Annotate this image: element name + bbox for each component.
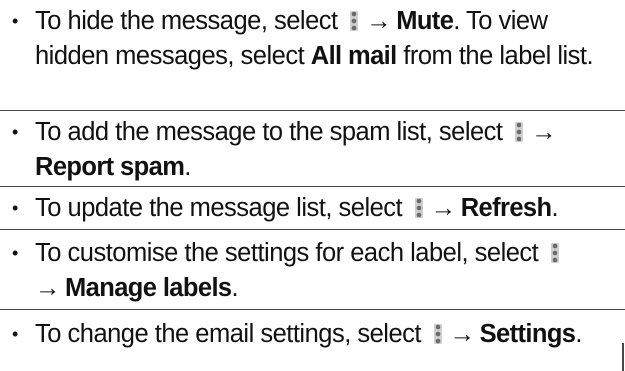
arrow-icon: → — [366, 7, 392, 35]
text-segment: To update the message list, select — [35, 194, 409, 222]
page-edge-line — [622, 343, 624, 371]
menu-icon — [550, 243, 559, 263]
menu-option-label: Mute — [396, 7, 454, 35]
list-item: • To add the message to the spam list, s… — [0, 111, 625, 187]
item-text: To customise the settings for each label… — [35, 239, 567, 302]
instruction-list: • To hide the message, select → Mute. To … — [0, 0, 625, 371]
bullet-icon: • — [12, 243, 18, 263]
text-segment: . — [551, 194, 559, 222]
arrow-icon: → — [449, 320, 476, 348]
menu-option-label: Report spam — [35, 153, 185, 181]
text-segment: To hide the message, select — [35, 7, 345, 35]
menu-option-label: Manage labels — [65, 274, 232, 302]
list-item: • To hide the message, select → Mute. To … — [0, 0, 625, 111]
manual-page: • To hide the message, select → Mute. To … — [0, 0, 625, 371]
menu-option-label: Settings — [479, 320, 576, 348]
arrow-icon: → — [531, 118, 557, 146]
text-segment: from the label list. — [396, 42, 594, 70]
bullet-icon: • — [12, 198, 18, 218]
item-text: To hide the message, select → Mute. To vi… — [35, 7, 594, 70]
text-segment: . — [184, 153, 191, 181]
bullet-icon: • — [12, 122, 18, 142]
item-text: To add the message to the spam list, sel… — [35, 118, 561, 181]
list-item: • To customise the settings for each lab… — [0, 230, 625, 310]
text-segment: . — [575, 320, 582, 348]
menu-icon — [414, 198, 423, 218]
text-segment: To customise the settings for each label… — [35, 239, 545, 267]
arrow-icon: → — [430, 194, 457, 222]
menu-icon — [350, 11, 359, 31]
menu-option-label: All mail — [310, 42, 398, 70]
menu-option-label: Refresh — [460, 194, 552, 222]
bullet-icon: • — [12, 324, 18, 344]
item-text: To change the email settings, select → Se… — [35, 320, 582, 348]
text-segment: To change the email settings, select — [35, 320, 428, 348]
text-segment: To add the message to the spam list, sel… — [35, 118, 510, 146]
list-item: • To change the email settings, select →… — [0, 310, 625, 371]
text-segment: . — [231, 274, 239, 302]
list-item: • To update the message list, select → Re… — [0, 187, 625, 230]
menu-icon — [433, 324, 442, 344]
item-text: To update the message list, select → Refr… — [35, 194, 559, 222]
arrow-icon: → — [35, 274, 61, 302]
menu-icon — [515, 122, 524, 142]
bullet-icon: • — [12, 11, 18, 31]
